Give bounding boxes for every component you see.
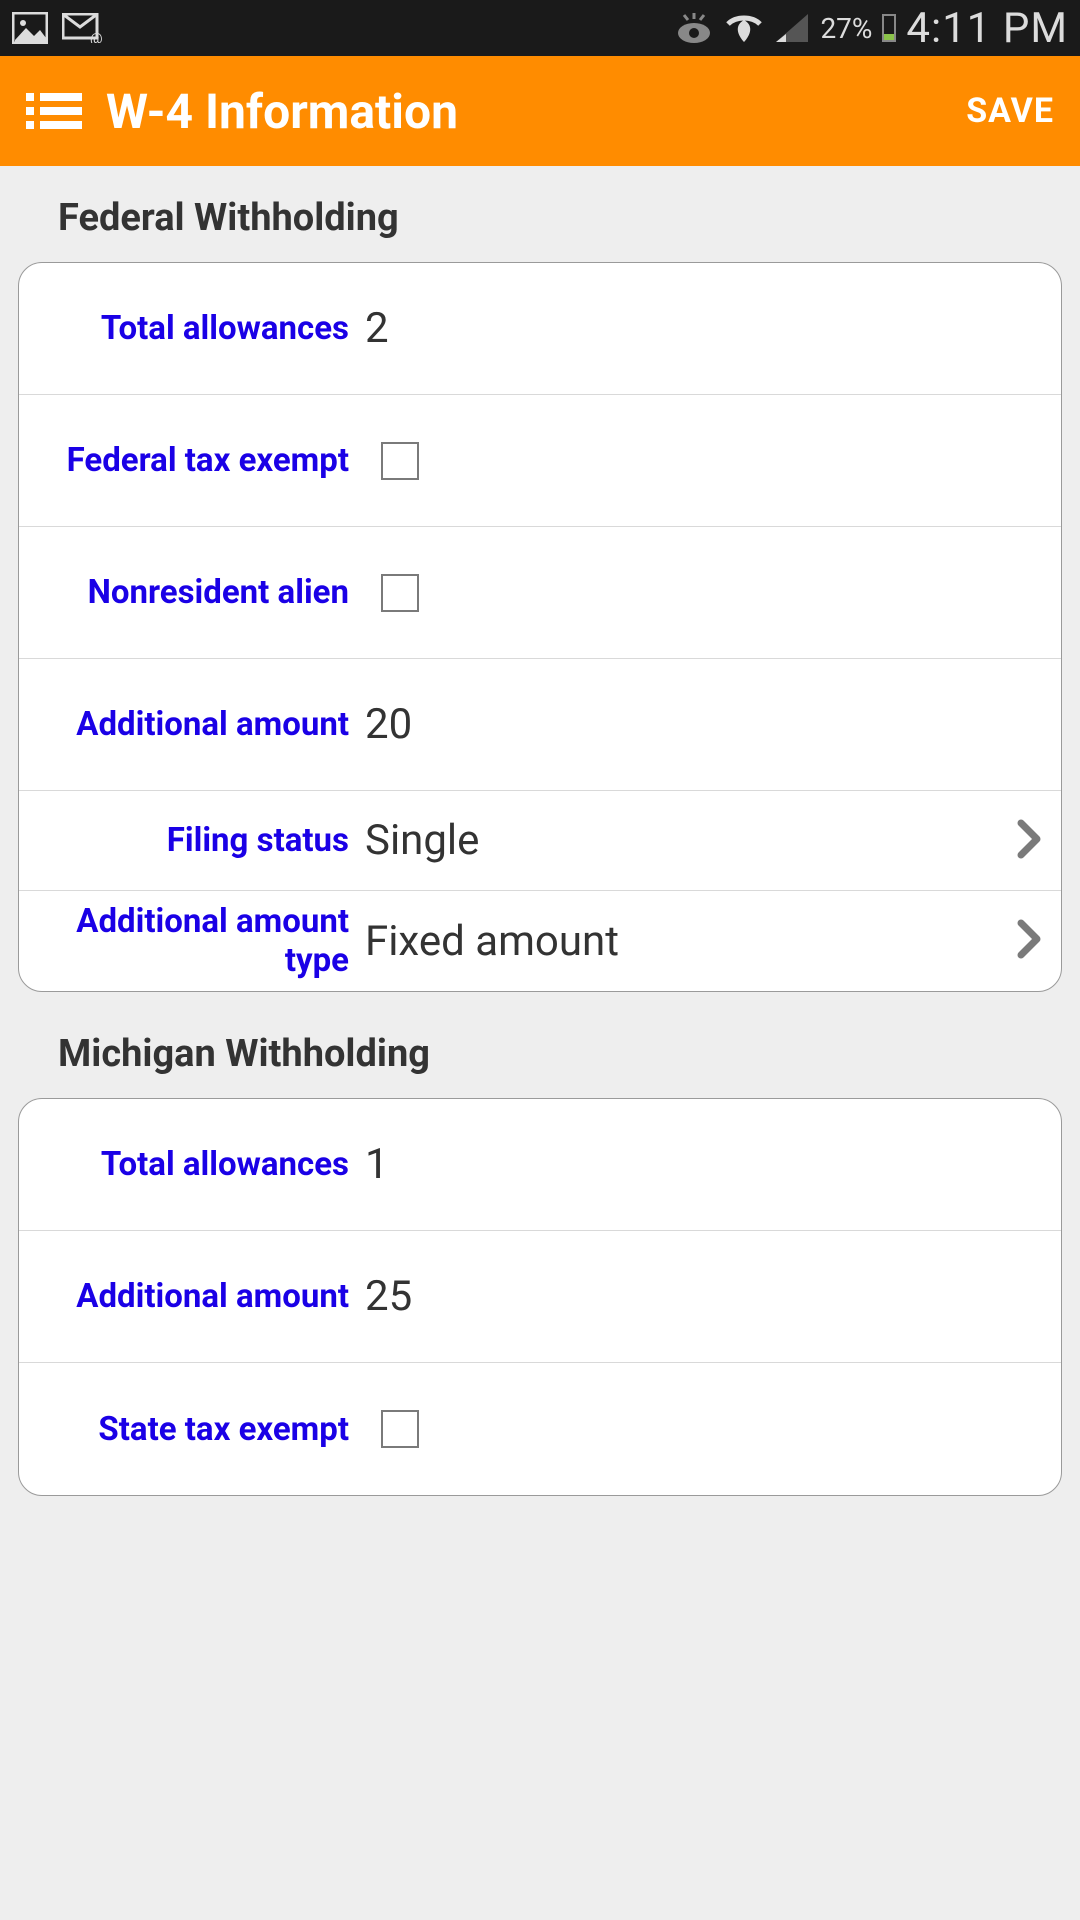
mail-icon: @	[62, 13, 104, 43]
chevron-right-icon	[1017, 819, 1041, 863]
row-total-allowances-federal[interactable]: Total allowances 2	[19, 263, 1061, 395]
battery-percent: 27%	[820, 12, 872, 45]
value-additional-amount: 20	[363, 700, 1041, 749]
eye-icon	[674, 11, 714, 45]
row-filing-status[interactable]: Filing status Single	[19, 791, 1061, 891]
status-right: 27% 4:11 PM	[674, 4, 1068, 53]
row-nonresident-alien[interactable]: Nonresident alien	[19, 527, 1061, 659]
row-total-allowances-michigan[interactable]: Total allowances 1	[19, 1099, 1061, 1231]
label-federal-tax-exempt: Federal tax exempt	[33, 441, 363, 480]
status-clock: 4:11 PM	[906, 4, 1068, 53]
label-additional-amount: Additional amount	[33, 705, 363, 744]
chevron-right-icon	[1017, 919, 1041, 963]
label-filing-status: Filing status	[33, 821, 363, 860]
card-michigan: Total allowances 1 Additional amount 25 …	[18, 1098, 1062, 1496]
checkbox-state-tax-exempt[interactable]	[381, 1410, 419, 1448]
menu-icon[interactable]	[26, 89, 82, 133]
wifi-icon	[724, 12, 764, 44]
row-additional-amount-type[interactable]: Additional amount type Fixed amount	[19, 891, 1061, 991]
content: Federal Withholding Total allowances 2 F…	[0, 166, 1080, 1496]
value-total-allowances: 2	[363, 304, 1041, 353]
value-additional-amount: 25	[363, 1272, 1041, 1321]
row-federal-tax-exempt[interactable]: Federal tax exempt	[19, 395, 1061, 527]
signal-icon	[774, 12, 810, 44]
checkbox-nonresident-alien[interactable]	[381, 574, 419, 612]
value-total-allowances: 1	[363, 1140, 1041, 1189]
image-icon	[12, 12, 48, 44]
label-additional-amount: Additional amount	[33, 1277, 363, 1316]
value-filing-status: Single	[363, 816, 1017, 865]
label-total-allowances: Total allowances	[33, 309, 363, 348]
save-button[interactable]: SAVE	[966, 91, 1054, 131]
status-bar: @ 27% 4:11 PM	[0, 0, 1080, 56]
value-additional-amount-type: Fixed amount	[363, 917, 1017, 966]
page-title: W-4 Information	[106, 83, 942, 140]
label-total-allowances: Total allowances	[33, 1145, 363, 1184]
status-left: @	[12, 12, 104, 44]
label-additional-amount-type: Additional amount type	[33, 902, 363, 980]
checkbox-federal-tax-exempt[interactable]	[381, 442, 419, 480]
row-additional-amount-michigan[interactable]: Additional amount 25	[19, 1231, 1061, 1363]
row-state-tax-exempt[interactable]: State tax exempt	[19, 1363, 1061, 1495]
svg-text:@: @	[90, 31, 103, 43]
section-title-federal: Federal Withholding	[18, 186, 1062, 262]
section-title-michigan: Michigan Withholding	[18, 1022, 1062, 1098]
row-additional-amount-federal[interactable]: Additional amount 20	[19, 659, 1061, 791]
label-state-tax-exempt: State tax exempt	[33, 1410, 363, 1449]
battery-icon	[882, 14, 896, 42]
label-nonresident-alien: Nonresident alien	[33, 573, 363, 612]
app-bar: W-4 Information SAVE	[0, 56, 1080, 166]
card-federal: Total allowances 2 Federal tax exempt No…	[18, 262, 1062, 992]
